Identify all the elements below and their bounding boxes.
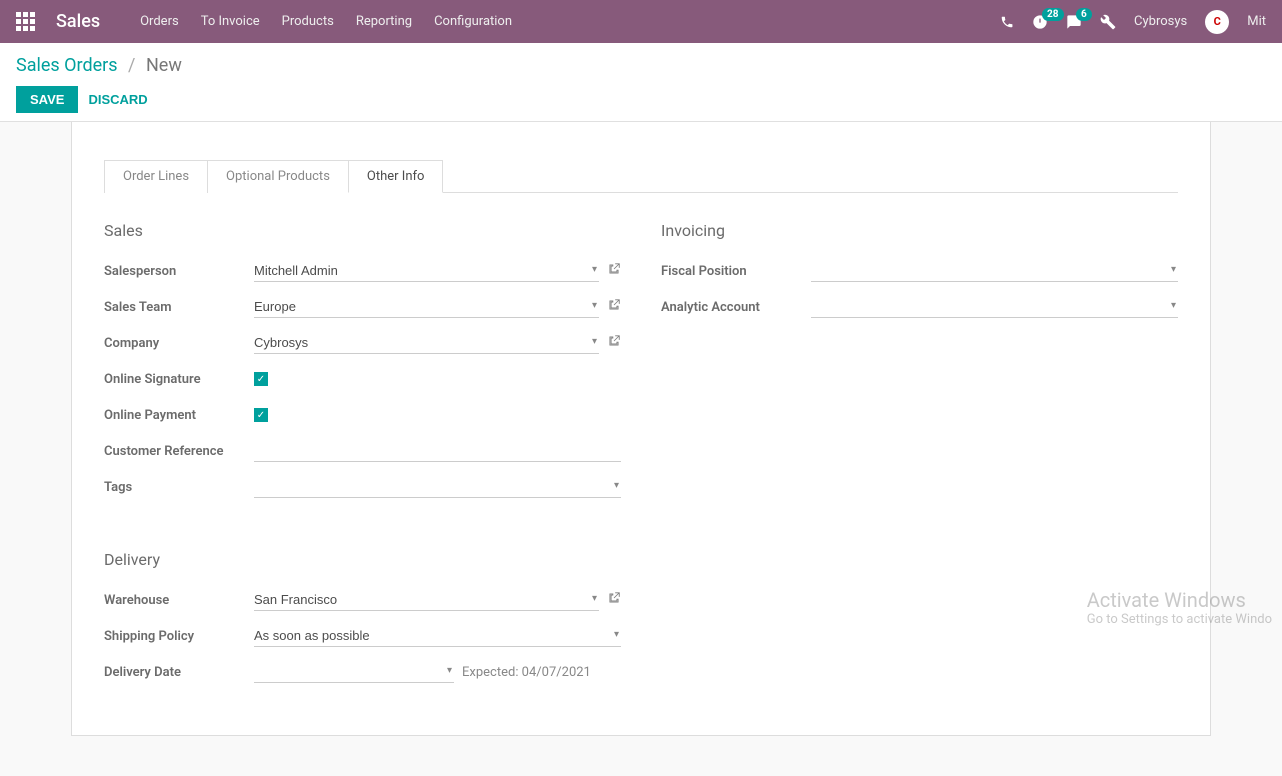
expected-date-hint: Expected: 04/07/2021 [462, 665, 591, 680]
brand-title[interactable]: Sales [56, 11, 100, 32]
label-sales-team: Sales Team [104, 300, 254, 315]
chevron-down-icon[interactable]: ▾ [592, 300, 597, 311]
label-delivery-date: Delivery Date [104, 665, 254, 680]
form-sheet: Order Lines Optional Products Other Info… [71, 122, 1211, 736]
tab-other-info[interactable]: Other Info [348, 160, 444, 193]
apps-icon[interactable] [16, 12, 36, 32]
top-navbar: Sales Orders To Invoice Products Reporti… [0, 0, 1282, 43]
save-button[interactable]: SAVE [16, 86, 78, 113]
chevron-down-icon[interactable]: ▾ [592, 336, 597, 347]
external-link-icon[interactable] [607, 591, 621, 609]
group-title-sales: Sales [104, 221, 621, 240]
nav-menu-products[interactable]: Products [282, 14, 334, 29]
label-customer-reference: Customer Reference [104, 444, 254, 459]
sales-team-input[interactable] [254, 296, 599, 318]
chevron-down-icon[interactable]: ▾ [447, 665, 452, 676]
chevron-down-icon[interactable]: ▾ [592, 593, 597, 604]
group-title-invoicing: Invoicing [661, 221, 1178, 240]
delivery-date-input[interactable] [254, 661, 454, 683]
messages-badge: 6 [1076, 8, 1092, 21]
warehouse-input[interactable] [254, 589, 599, 611]
external-link-icon[interactable] [607, 334, 621, 352]
online-signature-checkbox[interactable]: ✓ [254, 372, 268, 386]
label-online-payment: Online Payment [104, 408, 254, 423]
nav-menu-orders[interactable]: Orders [140, 14, 179, 29]
chevron-down-icon[interactable]: ▾ [614, 480, 619, 491]
avatar[interactable]: C [1205, 10, 1229, 34]
activities-icon[interactable]: 28 [1032, 14, 1048, 30]
fiscal-position-input[interactable] [811, 260, 1178, 282]
label-analytic-account: Analytic Account [661, 300, 811, 315]
online-payment-checkbox[interactable]: ✓ [254, 408, 268, 422]
label-warehouse: Warehouse [104, 593, 254, 608]
chevron-down-icon[interactable]: ▾ [1171, 300, 1176, 311]
shipping-policy-input[interactable] [254, 625, 621, 647]
nav-menu-to-invoice[interactable]: To Invoice [201, 14, 260, 29]
label-shipping-policy: Shipping Policy [104, 629, 254, 644]
group-invoicing: Invoicing Fiscal Position ▾ Analytic Acc… [661, 221, 1178, 510]
chevron-down-icon[interactable]: ▾ [1171, 264, 1176, 275]
tags-input[interactable] [254, 476, 621, 498]
notebook-tabs: Order Lines Optional Products Other Info [104, 160, 1178, 193]
group-sales: Sales Salesperson ▾ Sales Team ▾ [104, 221, 621, 510]
label-fiscal-position: Fiscal Position [661, 264, 811, 279]
label-tags: Tags [104, 480, 254, 495]
control-panel: Sales Orders / New SAVE DISCARD [0, 43, 1282, 122]
activities-badge: 28 [1042, 8, 1063, 21]
chevron-down-icon[interactable]: ▾ [614, 629, 619, 640]
breadcrumb-sep: / [128, 55, 135, 76]
chevron-down-icon[interactable]: ▾ [592, 264, 597, 275]
messages-icon[interactable]: 6 [1066, 14, 1082, 30]
external-link-icon[interactable] [607, 262, 621, 280]
tab-order-lines[interactable]: Order Lines [104, 160, 208, 193]
label-salesperson: Salesperson [104, 264, 254, 279]
analytic-account-input[interactable] [811, 296, 1178, 318]
label-online-signature: Online Signature [104, 372, 254, 387]
salesperson-input[interactable] [254, 260, 599, 282]
tab-optional-products[interactable]: Optional Products [207, 160, 349, 193]
company-name[interactable]: Cybrosys [1134, 14, 1187, 29]
nav-menu-configuration[interactable]: Configuration [434, 14, 512, 29]
debug-icon[interactable] [1100, 14, 1116, 30]
breadcrumb-current: New [146, 55, 182, 76]
group-title-delivery: Delivery [104, 550, 621, 569]
nav-menu-reporting[interactable]: Reporting [356, 14, 412, 29]
group-delivery: Delivery Warehouse ▾ Shipping Policy ▾ [104, 550, 621, 695]
breadcrumb-root[interactable]: Sales Orders [16, 55, 118, 76]
discard-button[interactable]: DISCARD [88, 92, 147, 107]
customer-reference-input[interactable] [254, 440, 621, 462]
external-link-icon[interactable] [607, 298, 621, 316]
phone-icon[interactable] [1000, 15, 1014, 29]
breadcrumb: Sales Orders / New [16, 55, 1266, 76]
label-company: Company [104, 336, 254, 351]
company-input[interactable] [254, 332, 599, 354]
user-name[interactable]: Mit [1247, 14, 1266, 29]
